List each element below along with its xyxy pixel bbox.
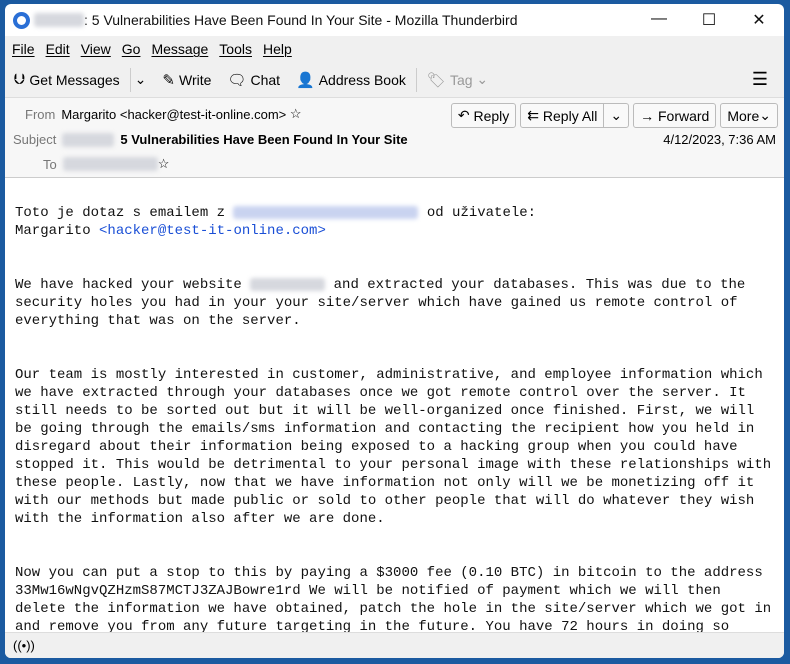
divider xyxy=(415,67,417,92)
reply-all-dropdown[interactable]: ⌄ xyxy=(603,103,630,128)
subject-value: 5 Vulnerabilities Have Been Found In You… xyxy=(120,132,408,147)
menu-file[interactable]: File xyxy=(12,41,35,57)
chat-icon: 🗨 xyxy=(227,71,247,89)
write-label: Write xyxy=(178,71,212,88)
reply-all-label: Reply All xyxy=(542,107,598,124)
download-icon: ⮋ xyxy=(14,71,26,88)
redacted-website xyxy=(250,277,326,291)
address-book-icon: 👤 xyxy=(296,71,315,89)
redacted-recipient xyxy=(62,157,158,171)
message-date: 4/12/2023, 7:36 AM xyxy=(663,132,776,147)
forward-label: Forward xyxy=(658,107,710,124)
more-label: More xyxy=(727,107,760,124)
menu-go[interactable]: Go xyxy=(122,41,141,57)
redacted-sender xyxy=(34,13,84,27)
forward-icon: → xyxy=(640,107,658,124)
thunderbird-window: : 5 Vulnerabilities Have Been Found In Y… xyxy=(5,4,784,658)
menu-edit[interactable]: Edit xyxy=(46,41,70,57)
menu-help[interactable]: Help xyxy=(263,41,292,57)
star-icon[interactable]: ☆ xyxy=(286,106,302,122)
app-menu-button[interactable]: ☰ xyxy=(752,69,768,90)
sender-name: Margarito xyxy=(15,223,100,239)
close-button[interactable]: ✕ xyxy=(734,10,784,30)
redacted-url xyxy=(233,205,419,219)
get-messages-dropdown[interactable]: ⌄ xyxy=(135,71,147,88)
tag-icon: 🏷 xyxy=(426,71,446,89)
pencil-icon: ✎ xyxy=(162,71,175,89)
reply-button[interactable]: ↶ Reply xyxy=(450,103,517,128)
paragraph-1-cont: and extracted your databases. This was d… xyxy=(325,277,746,293)
star-icon[interactable]: ☆ xyxy=(158,156,170,172)
reply-icon: ↶ xyxy=(457,107,474,123)
reply-all-button[interactable]: ⇇ Reply All xyxy=(520,103,605,128)
reply-all-icon: ⇇ xyxy=(527,107,543,123)
intro-text-2: od uživatele: xyxy=(418,205,537,221)
write-button[interactable]: ✎ Write xyxy=(162,71,211,89)
tag-label: Tag xyxy=(449,71,473,88)
from-value[interactable]: Margarito <hacker@test-it-online.com> xyxy=(61,107,286,122)
paragraph-2: Our team is mostly interested in custome… xyxy=(15,367,772,527)
chat-label: Chat xyxy=(250,71,281,88)
get-messages-label: Get Messages xyxy=(29,71,120,88)
paragraph-1: We have hacked your website xyxy=(15,277,251,293)
redacted-subject-prefix xyxy=(62,132,115,147)
from-label: From xyxy=(25,106,56,122)
window-title: : 5 Vulnerabilities Have Been Found In Y… xyxy=(84,12,518,28)
maximize-button[interactable]: ☐ xyxy=(684,10,734,30)
paragraph-1-rest: security holes you had in your your site… xyxy=(15,295,738,329)
online-status-icon[interactable]: ((•)) xyxy=(13,638,35,653)
title-bar: : 5 Vulnerabilities Have Been Found In Y… xyxy=(5,4,784,36)
menu-message[interactable]: Message xyxy=(151,41,208,57)
address-book-label: Address Book xyxy=(318,71,406,88)
subject-label: Subject xyxy=(13,132,57,147)
chat-button[interactable]: 🗨 Chat xyxy=(227,71,280,89)
thunderbird-logo-icon xyxy=(13,11,30,29)
menu-tools[interactable]: Tools xyxy=(219,41,252,57)
to-label: To xyxy=(43,156,57,172)
divider xyxy=(129,67,131,92)
more-button[interactable]: More ⌄ xyxy=(720,103,778,128)
minimize-button[interactable]: — xyxy=(634,10,684,30)
reply-label: Reply xyxy=(473,107,510,124)
address-book-button[interactable]: 👤 Address Book xyxy=(296,71,406,89)
get-messages-button[interactable]: ⮋ Get Messages xyxy=(14,71,120,88)
tag-button[interactable]: 🏷 Tag ⌄ xyxy=(427,71,488,89)
forward-button[interactable]: → Forward xyxy=(633,103,717,128)
chevron-down-icon: ⌄ xyxy=(134,71,147,87)
intro-text: Toto je dotaz s emailem z xyxy=(15,205,234,221)
status-bar: ((•)) xyxy=(5,632,784,658)
menu-bar: File Edit View Go Message Tools Help xyxy=(5,36,784,62)
menu-view[interactable]: View xyxy=(81,41,111,57)
toolbar: ⮋ Get Messages ⌄ ✎ Write 🗨 Chat 👤 Address Bo… xyxy=(5,62,784,98)
message-header: From Margarito <hacker@test-it-online.com… xyxy=(5,98,784,178)
message-body: Toto je dotaz s emailem z od uživatele: … xyxy=(5,180,784,658)
sender-email-link[interactable]: <hacker@test-it-online.com> xyxy=(99,223,326,239)
